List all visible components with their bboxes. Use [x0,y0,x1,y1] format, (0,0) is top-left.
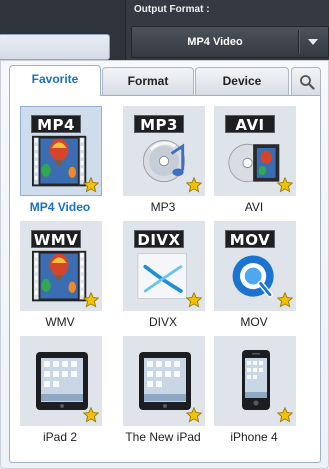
output-format-label: Output Format : [134,4,210,15]
format-item[interactable]: DIVX DIVX [116,217,210,329]
format-item-label: AVI [244,200,264,214]
format-item-label: MOV [240,315,268,329]
left-pane-field[interactable] [0,34,110,60]
tab-format[interactable]: Format [102,67,194,95]
film-reel-icon [32,250,87,302]
format-badge: AVI [225,115,275,134]
favorite-star-icon[interactable] [186,177,202,193]
format-badge: MP3 [134,115,184,134]
select-divider [298,30,299,54]
format-item[interactable]: MOV MOV [207,217,301,329]
format-badge: MP4 [31,115,81,134]
tablet-icon [36,352,88,410]
favorite-star-icon[interactable] [83,292,99,308]
format-item[interactable]: WMV WMV [13,217,107,329]
favorite-star-icon[interactable] [277,177,293,193]
favorite-star-icon[interactable] [83,177,99,193]
tab-search[interactable] [291,67,321,95]
format-panel: Favorite Format Device MP4 MP4 Video MP3… [0,60,329,469]
phone-icon [242,350,270,410]
format-item[interactable]: AVI AVI [207,102,301,214]
format-item-label: MP3 [150,200,176,214]
tab-device[interactable]: Device [195,67,289,95]
favorite-star-icon[interactable] [83,407,99,423]
format-item[interactable]: iPhone 4 [207,332,301,444]
format-thumbnail: AVI [214,106,296,196]
output-format-select[interactable]: MP4 Video [131,26,329,58]
format-item[interactable]: MP4 MP4 Video [13,102,107,214]
format-thumbnail [20,336,102,426]
tablet-icon [139,352,191,410]
favorite-star-icon[interactable] [277,407,293,423]
divx-logo-icon [137,253,187,299]
chevron-down-icon[interactable] [308,39,318,45]
format-badge: MOV [225,230,275,249]
format-item-label: WMV [45,315,75,329]
format-item[interactable]: MP3 MP3 [116,102,210,214]
format-item[interactable]: iPad 2 [13,332,107,444]
audio-disc-icon [142,140,186,183]
format-item-label: iPad 2 [42,430,78,444]
search-icon [300,75,315,90]
format-item-label: DIVX [148,315,177,329]
format-badge: DIVX [134,230,184,249]
left-pane [0,0,126,60]
favorite-star-icon[interactable] [186,407,202,423]
top-bar: Output Format : MP4 Video [0,0,329,60]
format-thumbnail: DIVX [123,221,205,311]
format-item-label: MP4 Video [29,200,91,214]
format-item-label: The New iPad [125,430,201,444]
format-item[interactable]: The New iPad [116,332,210,444]
format-badge: WMV [31,230,81,249]
output-format-value: MP4 Video [187,36,243,48]
format-thumbnail [214,336,296,426]
format-item-label: iPhone 4 [230,430,278,444]
format-thumbnail: MOV [214,221,296,311]
disc-film-icon [228,143,280,183]
tab-bar: Favorite Format Device [9,65,321,96]
format-thumbnail: MP3 [123,106,205,196]
favorite-star-icon[interactable] [186,292,202,308]
format-thumbnail: WMV [20,221,102,311]
film-reel-icon [32,135,87,187]
format-thumbnail [123,336,205,426]
quicktime-icon [232,255,274,298]
tab-favorite[interactable]: Favorite [9,65,101,96]
favorite-star-icon[interactable] [277,292,293,308]
format-thumbnail: MP4 [20,106,102,196]
favorites-grid: MP4 MP4 Video MP3 MP3 AVI AVI WMV WMV DI… [9,95,321,463]
